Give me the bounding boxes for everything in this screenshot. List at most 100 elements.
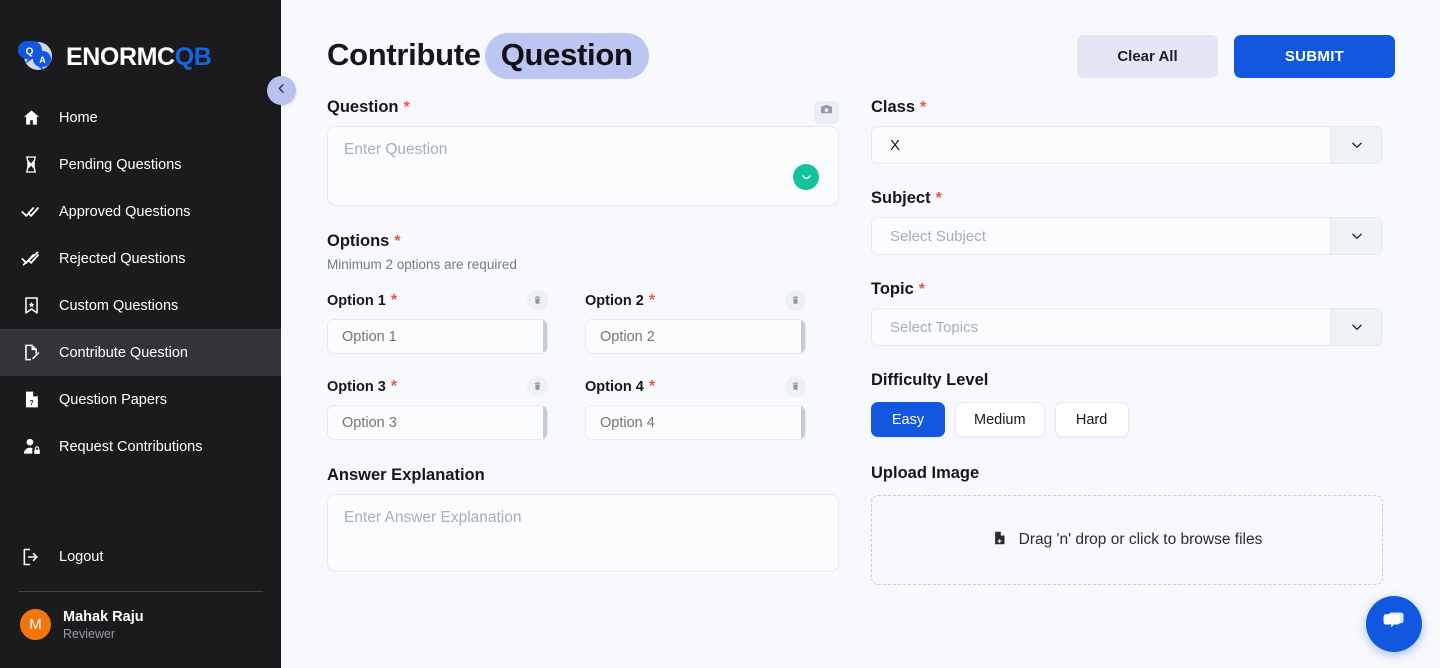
contribute-question-form: Question * Enter Question Options * Mini… [281,84,1440,598]
required-marker: * [394,233,401,250]
option-cell-3: Option 3 * [327,376,548,440]
trash-icon [533,292,542,310]
answer-explanation-input[interactable]: Enter Answer Explanation [327,494,839,572]
option-1-delete-button[interactable] [527,290,548,311]
options-label-text: Options [327,232,390,250]
sidebar-item-pending-questions[interactable]: Pending Questions [0,141,281,188]
page-title: Contribute Question [327,33,649,79]
difficulty-option-easy[interactable]: Easy [871,402,945,437]
option-cell-2: Option 2 * [585,290,806,354]
chat-bubbles-icon [1381,608,1408,640]
difficulty-group: Easy Medium Hard [871,402,1383,437]
options-row-spacer [327,354,839,376]
grammarly-icon[interactable] [793,164,819,190]
chevron-down-icon[interactable] [1330,127,1382,163]
sidebar-item-rejected-questions[interactable]: Rejected Questions [0,235,281,282]
option-2-label-text: Option 2 [585,292,644,309]
clear-all-button[interactable]: Clear All [1077,34,1218,78]
sidebar-item-approved-questions[interactable]: Approved Questions [0,188,281,235]
avatar: M [20,609,51,641]
form-left-column: Question * Enter Question Options * Mini… [327,98,839,598]
qa-bubbles-logo-icon: Q A [16,37,56,77]
svg-text:Q: Q [26,47,34,58]
option-1-input[interactable] [328,320,543,353]
option-4-label-text: Option 4 [585,378,644,395]
difficulty-option-hard[interactable]: Hard [1054,402,1129,437]
options-row-2: Option 3 * Option 3 Option 4 * Option 4 [327,376,839,440]
brand-name-white: ENORMC [66,42,175,71]
sidebar-collapse-button[interactable] [267,76,296,105]
upload-image-label: Upload Image [871,464,980,482]
camera-icon [820,103,833,121]
option-4-delete-button[interactable] [785,376,806,397]
page-header: Contribute Question Clear All SUBMIT [281,0,1440,84]
bookmark-star-icon [20,295,42,317]
topic-label: Topic * [871,280,1383,299]
class-select-value: X [890,136,901,154]
question-input[interactable]: Enter Question [327,126,839,206]
difficulty-option-medium[interactable]: Medium [955,402,1045,437]
double-check-crossed-icon [20,248,42,270]
sidebar-user-profile[interactable]: M Mahak Raju Reviewer [0,592,281,668]
logout-icon [20,546,42,568]
sidebar-item-request-contributions[interactable]: Request Contributions [0,423,281,470]
trash-icon [791,378,800,396]
subject-select-placeholder: Select Subject [890,227,986,245]
option-1-input-wrap [327,319,548,354]
page-title-plain: Contribute [327,37,481,72]
chat-widget-button[interactable] [1366,596,1422,652]
question-camera-button[interactable] [814,100,839,124]
double-check-icon [20,201,42,223]
option-2-delete-button[interactable] [785,290,806,311]
sidebar-item-label: Approved Questions [59,203,191,220]
sidebar: Q A ENORMCQB Home Pending Questions Appr… [0,0,296,668]
sidebar-item-contribute-question[interactable]: Contribute Question [0,329,281,376]
option-3-correct-toggle[interactable] [543,406,547,439]
question-placeholder: Enter Question [344,141,448,158]
option-cell-4: Option 4 * [585,376,806,440]
question-label-row: Question * [327,98,839,126]
submit-button[interactable]: SUBMIT [1234,34,1395,78]
sidebar-nav: Home Pending Questions Approved Question… [0,94,281,470]
header-actions: Clear All SUBMIT [1077,34,1395,78]
brand-name-blue: QB [174,42,212,71]
svg-text:?: ? [29,399,33,407]
option-cell-1: Option 1 * [327,290,548,354]
sidebar-item-logout[interactable]: Logout [0,534,281,581]
chevron-down-icon[interactable] [1330,218,1382,254]
topic-label-text: Topic [871,280,914,298]
option-3-delete-button[interactable] [527,376,548,397]
subject-label-text: Subject [871,189,931,207]
topic-select[interactable]: Select Topics [871,308,1383,346]
required-marker: * [403,99,410,116]
required-marker: * [918,281,926,298]
subject-select[interactable]: Select Subject [871,217,1383,255]
question-label-text: Question [327,98,399,116]
sidebar-item-home[interactable]: Home [0,94,281,141]
sidebar-item-question-papers[interactable]: ? Question Papers [0,376,281,423]
class-select[interactable]: X [871,126,1383,164]
option-1-correct-toggle[interactable] [543,320,547,353]
option-3-input[interactable] [328,406,543,439]
user-info: Mahak Raju Reviewer [63,608,144,642]
trash-icon [533,378,542,396]
question-label: Question * [327,98,410,117]
sidebar-item-custom-questions[interactable]: Custom Questions [0,282,281,329]
main-content: Contribute Question Clear All SUBMIT Ques… [281,0,1440,668]
option-1-label: Option 1 * [327,292,397,310]
app-root: Q A ENORMCQB Home Pending Questions Appr… [0,0,1440,668]
user-lock-icon [20,436,42,458]
option-1-label-text: Option 1 [327,292,386,309]
brand-name: ENORMCQB [66,42,212,71]
sidebar-item-label: Request Contributions [59,438,203,455]
option-4-input[interactable] [586,406,801,439]
hourglass-icon [20,154,42,176]
chevron-down-icon[interactable] [1330,309,1382,345]
image-dropzone[interactable]: Drag 'n' drop or click to browse files [871,495,1383,585]
option-2-correct-toggle[interactable] [801,320,805,353]
option-4-correct-toggle[interactable] [801,406,805,439]
brand-logo[interactable]: Q A ENORMCQB [0,0,281,86]
option-2-input[interactable] [586,320,801,353]
user-role: Reviewer [63,626,116,641]
